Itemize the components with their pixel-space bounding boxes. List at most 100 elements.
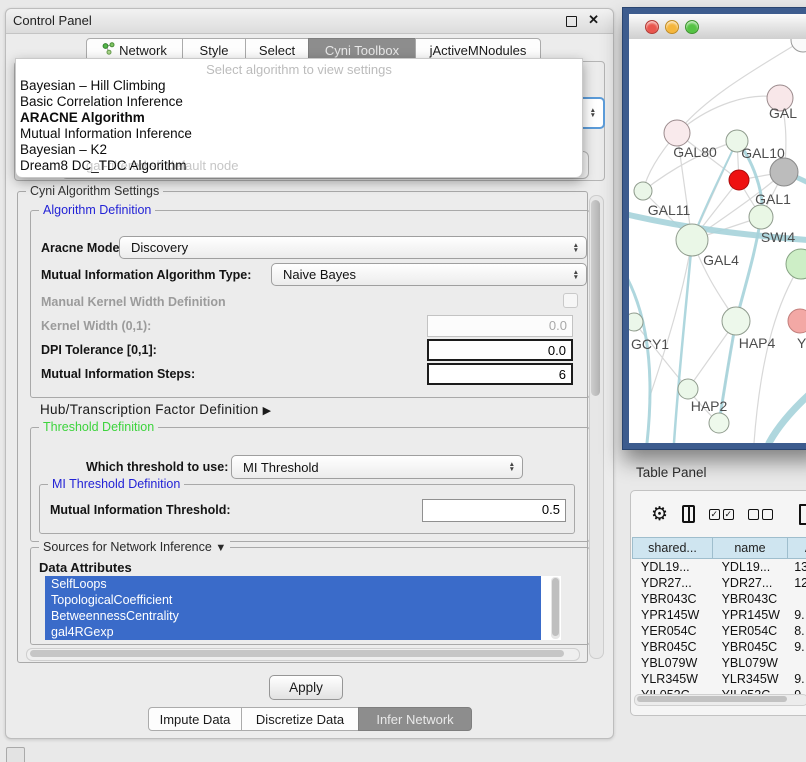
table-cell: 9. <box>789 607 806 623</box>
export-table-icon[interactable] <box>799 504 806 525</box>
expander-right-icon: ▶ <box>263 405 272 417</box>
tab-label: jActiveMNodules <box>430 43 527 58</box>
screen: Control Panel ✕ NetworkStyleSelectCyni T… <box>0 0 806 762</box>
table-cell: YDR27... <box>714 575 790 591</box>
zoom-traffic-light-icon[interactable] <box>685 20 699 34</box>
dropdown-item[interactable]: Basic Correlation Inference <box>20 94 578 110</box>
show-checked-columns-icon[interactable]: ✓✓ <box>709 509 734 520</box>
network-node[interactable] <box>791 39 806 52</box>
apply-button[interactable]: Apply <box>269 675 343 700</box>
sources-expander[interactable]: Sources for Network Inference ▼ <box>39 540 230 554</box>
table-cell: YLR345W <box>714 671 790 687</box>
network-node[interactable] <box>709 413 729 433</box>
network-node-label: GAL80 <box>673 144 717 160</box>
table-row[interactable]: YPR145WYPR145W9. <box>633 607 806 623</box>
gear-icon[interactable]: ⚙ <box>651 505 668 524</box>
dropdown-item[interactable]: Dream8 DC_TDC Algorithm <box>20 158 578 174</box>
minimize-traffic-light-icon[interactable] <box>665 20 679 34</box>
attribute-list-item[interactable]: SelfLoops <box>45 576 541 592</box>
network-node[interactable] <box>788 309 806 333</box>
hub-definition-expander[interactable]: Hub/Transcription Factor Definition ▶ <box>40 402 271 417</box>
mi-steps-field[interactable]: 6 <box>427 363 573 385</box>
table-row[interactable]: YBR043CYBR043C <box>633 591 806 607</box>
attribute-list-item[interactable]: gal4RGexp <box>45 624 541 640</box>
scrollbar-thumb[interactable] <box>637 696 787 702</box>
network-node[interactable] <box>634 182 652 200</box>
group-title: MI Threshold Definition <box>48 477 184 491</box>
table-cell: YLR345W <box>633 671 714 687</box>
table-cell: 8. <box>789 623 806 639</box>
algorithm-dropdown-popup: Select algorithm to view settings Bayesi… <box>15 58 583 178</box>
table-cell: YBR045C <box>714 639 790 655</box>
minimized-panel-icon[interactable] <box>6 747 25 762</box>
attribute-list-item[interactable]: TopologicalCoefficient <box>45 592 541 608</box>
table-row[interactable]: YDR27...YDR27...12 <box>633 575 806 591</box>
control-panel-titlebar[interactable]: Control Panel ✕ <box>6 9 613 34</box>
settings-vertical-scrollbar[interactable] <box>589 195 604 659</box>
dropdown-item[interactable]: Bayesian – K2 <box>20 142 578 158</box>
hide-columns-icon[interactable] <box>748 509 773 520</box>
network-node[interactable] <box>678 379 698 399</box>
algorithm-definition-group: Algorithm Definition Aracne Mode: Discov… <box>30 210 590 398</box>
network-node-label: GAL11 <box>648 202 691 218</box>
horizontal-scrollbar[interactable] <box>26 648 580 661</box>
table-cell: 9. <box>789 671 806 687</box>
close-traffic-light-icon[interactable] <box>645 20 659 34</box>
table-cell: YBR043C <box>714 591 790 607</box>
expander-down-icon: ▼ <box>215 542 226 554</box>
combo-value: Discovery <box>131 240 188 255</box>
tab-label: Cyni Toolbox <box>325 43 399 58</box>
attribute-list-item[interactable]: BetweennessCentrality <box>45 608 541 624</box>
network-node[interactable] <box>722 307 750 335</box>
column-header[interactable]: A <box>787 537 806 559</box>
list-vertical-scrollbar[interactable] <box>551 577 560 639</box>
dropdown-item[interactable]: Bayesian – Hill Climbing <box>20 78 578 94</box>
network-view-window[interactable]: GALGAL80GAL10GAL1GAL11SWI4GAL4GCY1HAP4YH… <box>623 8 806 449</box>
mi-type-combobox[interactable]: Naive Bayes ▲▼ <box>271 263 587 286</box>
aracne-mode-combobox[interactable]: Discovery ▲▼ <box>119 236 587 259</box>
columns-icon[interactable] <box>682 505 695 523</box>
mi-threshold-field[interactable]: 0.5 <box>422 499 566 522</box>
network-node[interactable] <box>770 158 798 186</box>
table-row[interactable]: YER054CYER054C8. <box>633 623 806 639</box>
network-node[interactable] <box>786 249 806 279</box>
dpi-tolerance-field[interactable]: 0.0 <box>427 339 573 361</box>
table-horizontal-scrollbar[interactable] <box>634 694 806 706</box>
mi-threshold-definition-group: MI Threshold Definition Mutual Informati… <box>39 484 575 534</box>
manual-kernel-checkbox[interactable] <box>563 293 578 308</box>
network-icon <box>102 42 115 58</box>
column-header[interactable]: name <box>712 537 788 559</box>
bottom-tab-infer-network[interactable]: Infer Network <box>358 707 472 731</box>
dropdown-item[interactable]: ARACNE Algorithm <box>20 110 578 126</box>
network-canvas[interactable]: GALGAL80GAL10GAL1GAL11SWI4GAL4GCY1HAP4YH… <box>629 39 806 443</box>
network-node-label: SWI4 <box>761 229 795 245</box>
scrollbar-thumb[interactable] <box>552 578 559 636</box>
network-node[interactable] <box>729 170 749 190</box>
control-panel-window: Control Panel ✕ NetworkStyleSelectCyni T… <box>5 8 614 739</box>
scrollbar-thumb[interactable] <box>591 200 600 396</box>
network-node-label: GCY1 <box>631 336 669 352</box>
bottom-tab-impute-data[interactable]: Impute Data <box>148 707 242 731</box>
which-threshold-combobox[interactable]: MI Threshold ▲▼ <box>231 455 523 479</box>
bottom-tab-discretize-data[interactable]: Discretize Data <box>241 707 359 731</box>
table-row[interactable]: YLR345WYLR345W9. <box>633 671 806 687</box>
column-header[interactable]: shared... <box>632 537 713 559</box>
table-panel-title: Table Panel <box>636 465 707 480</box>
combo-value: Naive Bayes <box>283 267 356 282</box>
network-node[interactable] <box>664 120 690 146</box>
table-row[interactable]: YBR045CYBR045C9. <box>633 639 806 655</box>
network-window-titlebar[interactable] <box>629 14 806 40</box>
network-node-label: Y <box>797 335 806 351</box>
float-window-icon[interactable] <box>566 16 577 27</box>
table-cell: YBR043C <box>633 591 714 607</box>
dropdown-item[interactable]: Mutual Information Inference <box>20 126 578 142</box>
network-node[interactable] <box>629 313 643 331</box>
scrollbar-thumb[interactable] <box>30 650 564 657</box>
network-node[interactable] <box>749 205 773 229</box>
table-row[interactable]: YBL079WYBL079W <box>633 655 806 671</box>
close-icon[interactable]: ✕ <box>588 12 599 28</box>
data-attributes-list[interactable]: SelfLoopsTopologicalCoefficientBetweenne… <box>45 576 561 640</box>
kernel-width-field[interactable]: 0.0 <box>427 315 573 337</box>
table-row[interactable]: YDL19...YDL19...13 <box>633 559 806 575</box>
table-cell: YPR145W <box>633 607 714 623</box>
